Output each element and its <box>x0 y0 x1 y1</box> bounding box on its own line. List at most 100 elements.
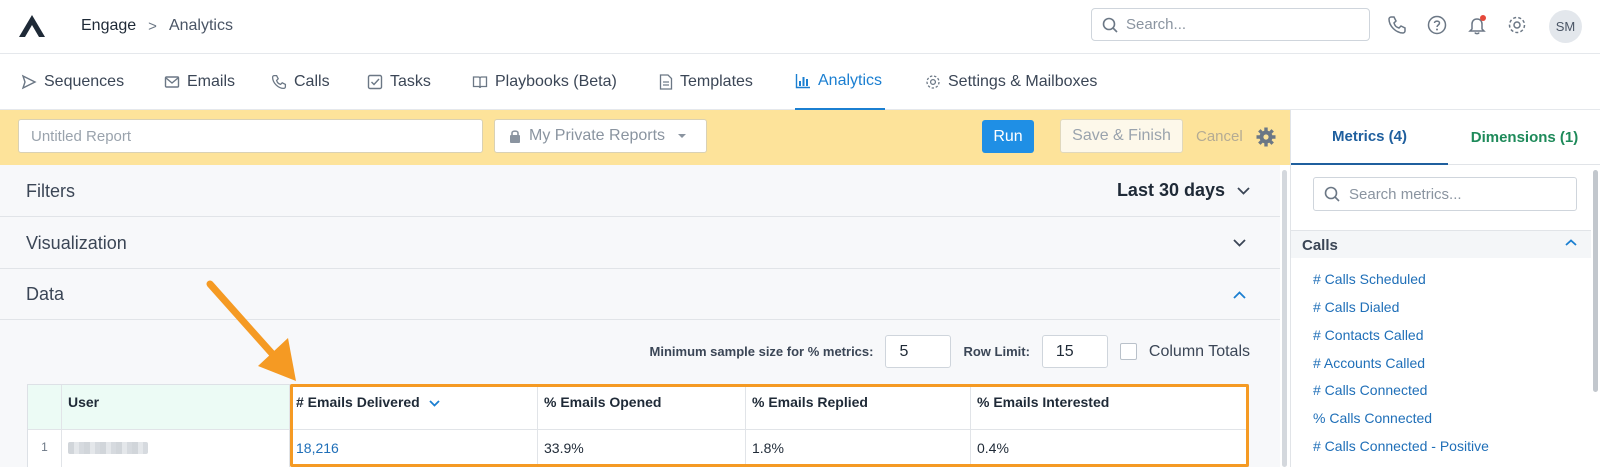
logo-icon[interactable] <box>18 14 46 38</box>
breadcrumb-analytics: Analytics <box>168 17 233 34</box>
tab-tasks[interactable]: Tasks <box>367 54 431 110</box>
cell-emails-delivered[interactable]: 18,216 <box>290 430 538 467</box>
date-range-select[interactable]: Last 30 days <box>1117 180 1250 201</box>
data-title: Data <box>26 284 65 304</box>
cell-emails-interested: 0.4% <box>971 430 1249 467</box>
main-scrollbar[interactable] <box>1282 170 1287 467</box>
book-icon <box>472 76 488 89</box>
metric-item[interactable]: % Calls Connected <box>1313 410 1432 426</box>
metric-item[interactable]: # Contacts Called <box>1313 327 1424 343</box>
min-sample-input[interactable]: 5 <box>885 335 952 368</box>
fields-panel: Metrics (4) Dimensions (1) Search metric… <box>1290 110 1600 467</box>
report-name-input[interactable]: Untitled Report <box>18 119 483 153</box>
report-folder-label: My Private Reports <box>529 127 666 144</box>
metric-item[interactable]: # Calls Scheduled <box>1313 271 1426 287</box>
redacted-user-name <box>68 442 148 454</box>
notification-dot <box>1480 15 1486 21</box>
cell-emails-replied: 1.8% <box>746 430 971 467</box>
tab-sequences[interactable]: Sequences <box>21 54 124 110</box>
filters-section[interactable]: Filters Last 30 days <box>0 165 1280 217</box>
breadcrumb-separator: > <box>148 17 157 35</box>
tab-settings-label: Settings & Mailboxes <box>948 73 1098 90</box>
tab-templates[interactable]: Templates <box>659 54 753 110</box>
chevron-down-icon <box>1237 186 1250 195</box>
metrics-search-input[interactable]: Search metrics... <box>1313 177 1577 211</box>
metrics-search-placeholder: Search metrics... <box>1349 185 1462 203</box>
column-totals-checkbox[interactable] <box>1119 343 1137 360</box>
row-index-header <box>28 385 62 430</box>
caret-down-icon <box>678 134 687 138</box>
search-icon <box>1102 17 1118 33</box>
min-sample-label: Minimum sample size for % metrics: <box>649 344 874 359</box>
tab-metrics[interactable]: Metrics (4) <box>1291 110 1448 165</box>
report-settings-gear-icon[interactable] <box>1256 127 1276 147</box>
chevron-down-icon[interactable] <box>1233 239 1246 247</box>
tab-analytics-label: Analytics <box>818 72 883 89</box>
breadcrumb-engage[interactable]: Engage <box>81 17 136 35</box>
avatar[interactable]: SM <box>1549 10 1582 43</box>
visualization-title: Visualization <box>26 233 127 253</box>
tab-calls-label: Calls <box>294 73 330 90</box>
column-header-emails-replied[interactable]: % Emails Replied <box>746 385 971 430</box>
tab-playbooks[interactable]: Playbooks (Beta) <box>472 54 617 110</box>
chevron-up-icon[interactable] <box>1233 291 1246 299</box>
fields-panel-scrollbar[interactable] <box>1593 170 1598 392</box>
send-icon <box>21 74 37 90</box>
tab-templates-label: Templates <box>680 73 753 90</box>
cell-user <box>62 430 290 467</box>
metric-item[interactable]: # Calls Connected - Positive <box>1313 438 1489 454</box>
annotation-arrow <box>206 280 296 381</box>
header-icons <box>1386 14 1528 36</box>
column-header-emails-replied-label: % Emails Replied <box>752 394 868 410</box>
date-range-label: Last 30 days <box>1116 180 1225 200</box>
column-header-emails-opened[interactable]: % Emails Opened <box>538 385 746 430</box>
tab-tasks-label: Tasks <box>390 73 431 90</box>
visualization-section[interactable]: Visualization <box>0 217 1280 269</box>
breadcrumb: Engage > Analytics <box>81 17 233 35</box>
report-toolbar: Untitled Report My Private Reports Run S… <box>0 110 1290 165</box>
metric-item[interactable]: # Calls Connected <box>1313 382 1427 398</box>
column-header-user[interactable]: User <box>62 385 290 430</box>
sort-chevron-down-icon[interactable] <box>429 400 440 407</box>
metric-item[interactable]: # Accounts Called <box>1313 355 1425 371</box>
tab-emails[interactable]: Emails <box>164 54 235 110</box>
data-section[interactable]: Data <box>0 269 1280 320</box>
lock-icon <box>510 129 520 143</box>
phone-icon[interactable] <box>1386 14 1408 36</box>
report-folder-select[interactable]: My Private Reports <box>494 119 707 153</box>
checkbox-icon <box>367 74 383 90</box>
gear-icon <box>926 75 940 89</box>
metric-group-calls[interactable]: Calls <box>1291 230 1591 258</box>
save-finish-button[interactable]: Save & Finish <box>1060 119 1183 153</box>
search-icon <box>1324 186 1340 202</box>
row-limit-input[interactable]: 15 <box>1041 335 1108 368</box>
phone-icon <box>271 74 287 90</box>
cancel-button[interactable]: Cancel <box>1196 128 1243 145</box>
column-header-emails-opened-label: % Emails Opened <box>544 394 662 410</box>
column-header-emails-delivered[interactable]: # Emails Delivered <box>290 385 538 430</box>
tab-playbooks-label: Playbooks (Beta) <box>495 73 617 90</box>
document-icon <box>659 74 673 90</box>
column-totals-label: Column Totals <box>1148 342 1250 360</box>
help-icon[interactable] <box>1426 14 1448 36</box>
tab-settings[interactable]: Settings & Mailboxes <box>925 54 1097 110</box>
results-table: User # Emails Delivered % Emails Opened … <box>27 384 1249 467</box>
top-bar: Engage > Analytics Search... SM <box>0 0 1600 54</box>
column-header-emails-interested[interactable]: % Emails Interested <box>971 385 1249 430</box>
row-index: 1 <box>28 430 62 467</box>
run-button[interactable]: Run <box>982 120 1034 153</box>
metric-item[interactable]: # Calls Dialed <box>1313 299 1399 315</box>
bar-chart-icon <box>795 74 810 89</box>
column-header-emails-delivered-label: # Emails Delivered <box>296 394 420 410</box>
envelope-icon <box>164 76 180 88</box>
tab-dimensions[interactable]: Dimensions (1) <box>1448 110 1600 165</box>
tab-calls[interactable]: Calls <box>271 54 330 110</box>
chevron-up-icon[interactable] <box>1565 239 1577 246</box>
tab-analytics[interactable]: Analytics <box>795 54 886 110</box>
global-search-input[interactable]: Search... <box>1091 8 1370 41</box>
data-options: Minimum sample size for % metrics: 5 Row… <box>650 335 1250 368</box>
filters-title: Filters <box>26 181 75 201</box>
column-header-emails-interested-label: % Emails Interested <box>977 394 1110 410</box>
bell-icon[interactable] <box>1466 14 1488 36</box>
gear-icon[interactable] <box>1506 14 1528 36</box>
